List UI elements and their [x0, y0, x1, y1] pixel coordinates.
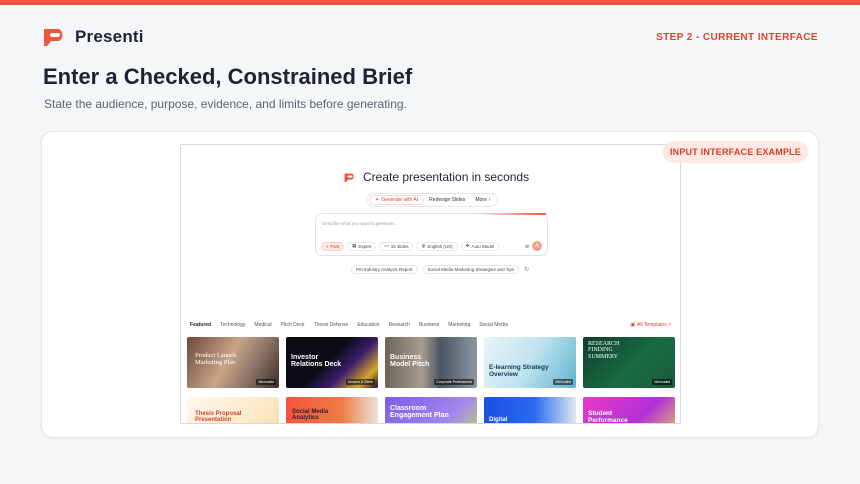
template-title: Digital: [489, 417, 508, 423]
template-style-tag: Minimalist: [652, 379, 672, 385]
template-card[interactable]: RESEARCH FINDING SUMMERY Minimalist: [583, 337, 675, 388]
template-card[interactable]: Student Performance: [583, 397, 675, 424]
fast-toggle[interactable]: ϟ Fast: [321, 241, 345, 251]
category-research[interactable]: Research: [389, 322, 410, 328]
expert-label: Expert: [358, 243, 372, 249]
template-title: Student Performance: [588, 410, 628, 424]
app-screenshot-frame: Create presentation in seconds ✦ Generate…: [180, 144, 681, 424]
grid-icon: ▦: [352, 243, 357, 248]
category-pitch-deck[interactable]: Pitch Deck: [281, 322, 305, 328]
model-label: Auto Model: [471, 243, 495, 249]
template-style-tag: Modern & Sleek: [346, 379, 375, 385]
template-card[interactable]: Thesis Proposal Presentation: [187, 397, 279, 424]
app-title-row: Create presentation in seconds: [343, 170, 529, 184]
presenti-small-logo-icon: [344, 173, 354, 182]
brand-name: Presenti: [75, 27, 144, 46]
step-label: STEP 2 - CURRENT INTERFACE: [656, 32, 818, 43]
category-technology[interactable]: Technology: [220, 322, 245, 328]
suggestion-chips: Pet Industry Analysis Report Social Medi…: [351, 265, 529, 274]
category-marketing[interactable]: Marketing: [448, 322, 470, 328]
template-title: Product Launch Marketing Plan: [195, 352, 237, 366]
suggestion-chip-1[interactable]: Pet Industry Analysis Report: [351, 265, 418, 274]
send-button[interactable]: A: [532, 241, 542, 251]
app-title: Create presentation in seconds: [363, 170, 530, 184]
category-thesis-defense[interactable]: Thesis Defense: [314, 322, 349, 328]
example-badge: INPUT INTERFACE EXAMPLE: [663, 141, 808, 163]
top-accent-bar: [0, 0, 860, 5]
mode-generate-ai[interactable]: ✦ Generate with AI: [369, 195, 425, 205]
fast-label: Fast: [330, 243, 340, 249]
template-title: Social Media Analytics: [292, 409, 329, 422]
suggestion-chip-2[interactable]: Social Media Marketing Strategies and Ti…: [422, 265, 520, 274]
prompt-toolbar: ϟ Fast ▦ Expert ▭ 15 slides ◍ English (US) ✥…: [321, 241, 542, 251]
template-title: Classroom Engagement Plan: [390, 405, 449, 420]
mode-more-label: More: [475, 197, 487, 203]
language-select[interactable]: ◍ English (US): [416, 241, 458, 251]
template-style-tag: Minimalist: [553, 379, 573, 385]
template-style-tag: Corporate Professional: [434, 379, 474, 385]
template-card[interactable]: Investor Relations Deck Modern & Sleek: [286, 337, 378, 388]
all-templates-label: All Templates >: [637, 322, 671, 328]
template-card[interactable]: Classroom Engagement Plan: [385, 397, 477, 423]
model-icon: ✥: [465, 243, 470, 248]
mode-redesign-slides[interactable]: Redesign Slides: [424, 195, 470, 205]
category-social-media[interactable]: Social Media: [479, 322, 508, 328]
chevron-right-icon: ›: [488, 197, 491, 203]
refresh-icon[interactable]: ↻: [524, 266, 529, 273]
input-glow: [476, 213, 546, 215]
prompt-placeholder: Describe what you want to generate...: [322, 221, 398, 226]
all-templates-link[interactable]: ▣ All Templates >: [630, 322, 671, 328]
template-card[interactable]: Business Model Pitch Corporate Professio…: [385, 337, 477, 388]
template-card[interactable]: Digital: [484, 397, 576, 423]
template-title: E-learning Strategy Overview: [489, 364, 549, 378]
template-title: RESEARCH FINDING SUMMERY: [588, 341, 620, 360]
category-business[interactable]: Business: [419, 322, 439, 328]
template-card[interactable]: Social Media Analytics: [286, 397, 378, 423]
template-card[interactable]: E-learning Strategy Overview Minimalist: [484, 337, 576, 388]
template-card[interactable]: Product Launch Marketing Plan Minimalist: [187, 337, 279, 388]
bolt-icon: ϟ: [326, 243, 329, 249]
slides-icon: ▭: [384, 243, 389, 248]
category-education[interactable]: Education: [357, 322, 379, 328]
template-title: Business Model Pitch: [390, 354, 430, 369]
brand-logo: Presenti: [41, 26, 144, 48]
model-select[interactable]: ✥ Auto Model: [460, 241, 500, 251]
template-title: Thesis Proposal Presentation: [195, 411, 242, 424]
templates-icon: ▣: [630, 322, 636, 328]
mode-switcher: ✦ Generate with AI Redesign Slides More ›: [366, 193, 499, 207]
page-subtitle: State the audience, purpose, evidence, a…: [44, 97, 407, 111]
presenti-logo-icon: [44, 29, 63, 46]
attach-icon[interactable]: ⌀: [525, 243, 529, 250]
expert-toggle[interactable]: ▦ Expert: [347, 241, 377, 251]
category-medical[interactable]: Medical: [254, 322, 271, 328]
template-style-tag: Minimalist: [256, 379, 276, 385]
template-categories: Featured Technology Medical Pitch Deck T…: [190, 322, 671, 328]
slide-count-select[interactable]: ▭ 15 slides: [379, 241, 414, 251]
slide-count-label: 15 slides: [390, 243, 409, 249]
mode-generate-label: Generate with AI: [381, 197, 419, 203]
page-title: Enter a Checked, Constrained Brief: [43, 64, 413, 89]
globe-icon: ◍: [421, 243, 426, 248]
category-featured[interactable]: Featured: [190, 322, 211, 328]
mode-more[interactable]: More ›: [470, 195, 495, 205]
template-title: Investor Relations Deck: [291, 354, 342, 369]
language-label: English (US): [427, 243, 453, 249]
prompt-input[interactable]: Describe what you want to generate... ϟF…: [315, 213, 548, 256]
